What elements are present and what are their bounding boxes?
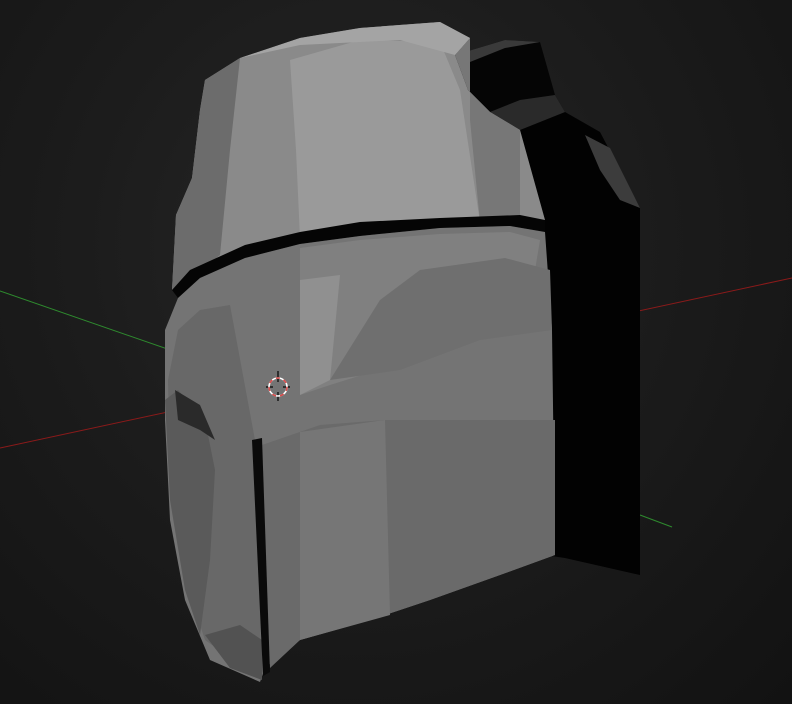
3d-viewport[interactable]: [0, 0, 792, 704]
helmet-mesh[interactable]: [165, 22, 640, 682]
helmet-chin-front: [300, 420, 390, 640]
y-axis-line-far: [639, 514, 673, 528]
helmet-dome-highlight: [290, 40, 480, 238]
viewport-scene: [0, 22, 792, 682]
